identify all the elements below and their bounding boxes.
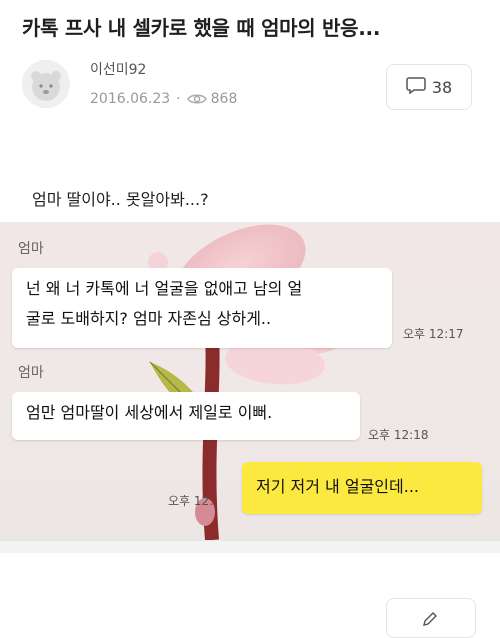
- message-line: 저기 저거 내 얼굴인데...: [256, 477, 419, 496]
- view-count: 868: [210, 91, 238, 107]
- author-name[interactable]: 이선미92: [90, 59, 146, 79]
- write-button[interactable]: [386, 598, 476, 638]
- comment-icon: [406, 76, 426, 98]
- meta-separator: ·: [176, 91, 181, 107]
- post-meta: 2016.06.23 · 868: [90, 91, 237, 107]
- message-time: 오후 12:17: [403, 327, 464, 341]
- message-time: 오후 12:: [168, 494, 214, 508]
- message-line: 엄만 엄마딸이 세상에서 제일로 이뻐.: [26, 403, 273, 422]
- comment-count: 38: [431, 77, 453, 97]
- message-time: 오후 12:18: [368, 428, 429, 442]
- avatar-icon[interactable]: [22, 60, 70, 108]
- message-line: 굴로 도배하지? 엄마 자존심 상하게..: [26, 309, 272, 328]
- avatar-illustration: [22, 60, 70, 108]
- post-body-text: 엄마 딸이야.. 못알아봐...?: [32, 190, 209, 209]
- chat-bubble-received[interactable]: 엄만 엄마딸이 세상에서 제일로 이뻐.: [12, 392, 360, 440]
- post-title: 카톡 프사 내 셀카로 했을 때 엄마의 반응...: [22, 16, 381, 40]
- eye-icon: [186, 92, 207, 106]
- sender-name: 엄마: [18, 365, 44, 381]
- sender-name: 엄마: [18, 241, 44, 257]
- chat-bubble-sent[interactable]: 저기 저거 내 얼굴인데...: [242, 462, 482, 514]
- post-date: 2016.06.23: [90, 91, 171, 107]
- message-line: 넌 왜 너 카톡에 너 얼굴을 없애고 남의 얼: [26, 279, 303, 298]
- pencil-icon: [421, 611, 439, 633]
- chat-footer-strip: [0, 540, 500, 553]
- comment-button[interactable]: 38: [386, 64, 472, 110]
- chat-bubble-received[interactable]: 넌 왜 너 카톡에 너 얼굴을 없애고 남의 얼 굴로 도배하지? 엄마 자존심…: [12, 268, 392, 348]
- chat-screenshot: 엄마 넌 왜 너 카톡에 너 얼굴을 없애고 남의 얼 굴로 도배하지? 엄마 …: [0, 222, 500, 540]
